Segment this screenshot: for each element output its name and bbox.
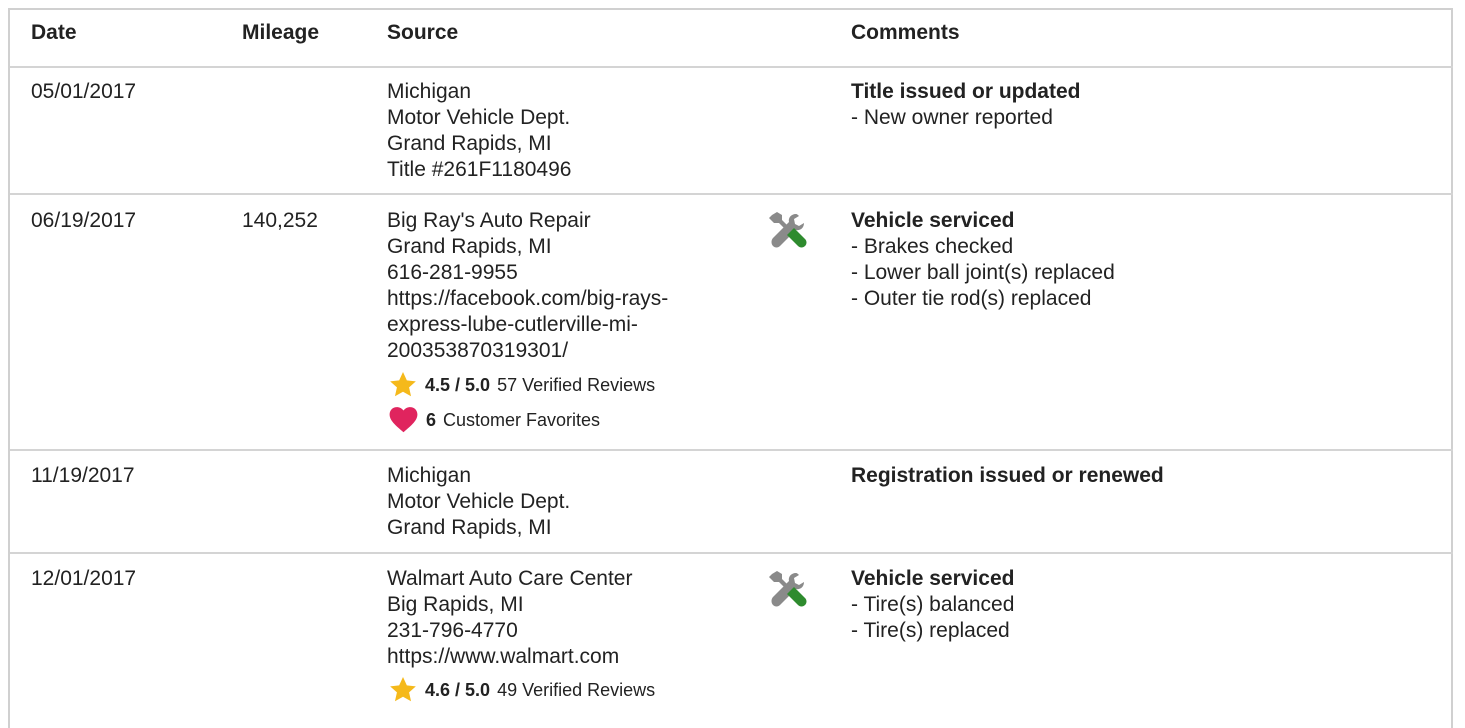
record-source: Walmart Auto Care Center Big Rapids, MI … <box>387 566 632 670</box>
star-icon <box>389 676 417 703</box>
row-divider <box>10 449 1453 451</box>
comment-title: Registration issued or renewed <box>851 464 1164 487</box>
source-line: Title #261F1180496 <box>387 158 572 181</box>
header-divider <box>10 66 1453 68</box>
comment-item: Outer tie rod(s) replaced <box>851 286 1115 312</box>
comment-item: Lower ball joint(s) replaced <box>851 260 1115 286</box>
source-line: Grand Rapids, MI <box>387 516 552 539</box>
record-date: 05/01/2017 <box>31 80 137 103</box>
star-icon <box>389 371 417 398</box>
heart-icon <box>389 406 418 433</box>
customer-favorites[interactable]: 6 Customer Favorites <box>389 406 600 433</box>
row-divider <box>10 193 1453 195</box>
source-phone: 616-281-9955 <box>387 261 518 284</box>
source-line: Michigan <box>387 464 472 487</box>
source-url: 200353870319301/ <box>387 339 569 362</box>
wrench-screwdriver-icon <box>766 570 808 617</box>
header-mileage[interactable]: Mileage <box>242 20 319 46</box>
record-comments: Vehicle serviced Tire(s) balanced Tire(s… <box>851 566 1014 644</box>
review-count: 49 Verified Reviews <box>497 679 656 700</box>
record-comments: Vehicle serviced Brakes checked Lower ba… <box>851 208 1115 312</box>
record-date: 11/19/2017 <box>31 464 135 487</box>
rating-score: 4.6 / 5.0 <box>425 679 491 700</box>
record-comments: Title issued or updated New owner report… <box>851 79 1080 131</box>
record-comments: Registration issued or renewed <box>851 463 1164 489</box>
rating-summary[interactable]: 4.6 / 5.0 49 Verified Reviews <box>389 676 655 703</box>
favorites-count: 6 <box>426 409 437 430</box>
source-phone: 231-796-4770 <box>387 619 518 642</box>
review-count: 57 Verified Reviews <box>497 374 656 395</box>
record-mileage: 140,252 <box>242 209 318 232</box>
rating-score: 4.5 / 5.0 <box>425 374 491 395</box>
wrench-screwdriver-icon <box>766 211 808 258</box>
comment-title: Title issued or updated <box>851 80 1081 103</box>
source-line: Michigan <box>387 80 472 103</box>
record-source: Michigan Motor Vehicle Dept. Grand Rapid… <box>387 79 571 183</box>
source-line: Grand Rapids, MI <box>387 235 552 258</box>
comment-title: Vehicle serviced <box>851 209 1015 232</box>
source-url: express-lube-cutlerville-mi- <box>387 313 638 336</box>
source-line: Motor Vehicle Dept. <box>387 106 571 129</box>
comment-item: Brakes checked <box>851 234 1115 260</box>
record-date: 06/19/2017 <box>31 209 137 232</box>
comment-item: New owner reported <box>851 105 1080 131</box>
record-source: Michigan Motor Vehicle Dept. Grand Rapid… <box>387 463 570 541</box>
comment-item: Tire(s) replaced <box>851 618 1014 644</box>
comment-title: Vehicle serviced <box>851 567 1015 590</box>
source-line: Grand Rapids, MI <box>387 132 552 155</box>
header-source[interactable]: Source <box>387 20 458 46</box>
source-line: Big Rapids, MI <box>387 593 524 616</box>
header-comments[interactable]: Comments <box>851 20 960 46</box>
rating-summary[interactable]: 4.5 / 5.0 57 Verified Reviews <box>389 371 655 398</box>
source-line: Motor Vehicle Dept. <box>387 490 571 513</box>
record-date: 12/01/2017 <box>31 567 137 590</box>
source-name: Walmart Auto Care Center <box>387 567 633 590</box>
favorites-label: Customer Favorites <box>443 409 601 430</box>
history-table-frame <box>8 8 1453 728</box>
source-url: https://www.walmart.com <box>387 645 620 668</box>
record-source: Big Ray's Auto Repair Grand Rapids, MI 6… <box>387 208 668 364</box>
source-name: Big Ray's Auto Repair <box>387 209 591 232</box>
header-date[interactable]: Date <box>31 20 77 46</box>
source-url: https://facebook.com/big-rays- <box>387 287 669 310</box>
comment-item: Tire(s) balanced <box>851 592 1014 618</box>
row-divider <box>10 552 1453 554</box>
